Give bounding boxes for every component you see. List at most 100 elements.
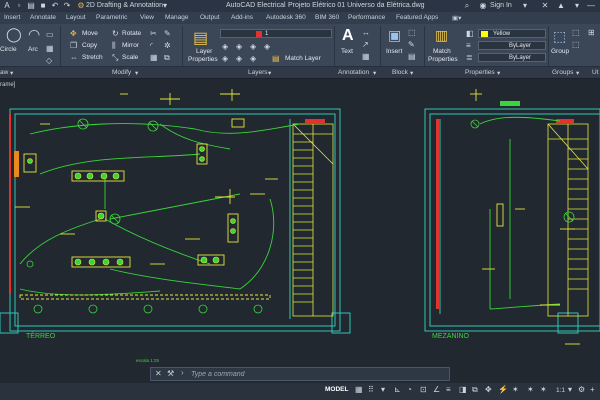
app-menu-icon[interactable]: A	[2, 1, 12, 11]
transparency-icon[interactable]: ◨	[459, 385, 467, 394]
tab-featured-apps[interactable]: Featured Apps	[396, 14, 438, 21]
layer-dropdown[interactable]: 1	[220, 29, 332, 38]
layer-properties-label-1[interactable]: Layer	[196, 48, 212, 55]
tab-view[interactable]: View	[140, 14, 154, 21]
match-layer-button[interactable]: Match Layer	[285, 55, 321, 62]
snap-icon[interactable]: ⠿	[368, 385, 374, 394]
layer-tool-icon[interactable]: ◈	[222, 42, 228, 51]
polar-icon[interactable]: ◔	[407, 385, 412, 394]
mirror-button[interactable]: Mirror	[122, 42, 139, 49]
chevron-down-icon[interactable]: ▾	[135, 69, 138, 77]
annotation-icon[interactable]: ✶	[540, 385, 547, 394]
tab-manage[interactable]: Manage	[165, 14, 189, 21]
move-button[interactable]: Move	[82, 30, 98, 37]
move-icon[interactable]: ✥	[70, 29, 77, 38]
drawing-canvas[interactable]: TÉRREO MEZANINO escala 1:25 rame]	[0, 79, 600, 400]
wrench-icon[interactable]: ⚒	[167, 369, 174, 378]
match-properties-label-2[interactable]: Properties	[428, 56, 458, 63]
create-block-icon[interactable]: ⬚	[408, 28, 416, 37]
search-icon[interactable]: ⌕	[462, 1, 472, 11]
stretch-icon[interactable]: ⇔	[70, 53, 78, 62]
erase-icon[interactable]: ✎	[164, 29, 171, 38]
panel-block[interactable]: Block	[392, 69, 408, 76]
chevron-down-icon[interactable]: ▾	[520, 1, 530, 11]
panel-groups[interactable]: Groups	[552, 69, 573, 76]
workspace-selector[interactable]: 2D Drafting & Annotation	[86, 2, 163, 9]
grid-icon[interactable]: ▦	[355, 385, 363, 394]
rotate-button[interactable]: Rotate	[122, 30, 141, 37]
floor-plan-drawing[interactable]: TÉRREO MEZANINO escala 1:25	[0, 79, 600, 400]
arc-icon[interactable]: ◠	[28, 26, 40, 43]
annotation-scale-icon[interactable]: ✶	[527, 385, 534, 394]
chevron-down-icon[interactable]: ▾	[576, 69, 579, 77]
lineweight-dropdown[interactable]: ByLayer	[478, 53, 546, 62]
redo-icon[interactable]: ↷	[62, 1, 72, 11]
tab-annotate[interactable]: Annotate	[30, 14, 56, 21]
a360-icon[interactable]: ▲	[556, 1, 566, 11]
group-icon[interactable]: ⬚	[553, 28, 566, 45]
lineweight-toggle-icon[interactable]: ≡	[446, 385, 451, 394]
edit-block-icon[interactable]: ✎	[408, 40, 415, 49]
auto-scale-icon[interactable]: ✶	[512, 385, 519, 394]
otrack-icon[interactable]: ∠	[433, 385, 440, 394]
chevron-down-icon[interactable]: ▾	[497, 69, 500, 77]
close-icon[interactable]: ✕	[155, 369, 162, 378]
plus-icon[interactable]: +	[590, 385, 595, 394]
trim-icon[interactable]: ✂	[150, 29, 157, 38]
match-properties-label-1[interactable]: Match	[433, 48, 451, 55]
draw-more-icon[interactable]: ▭	[46, 30, 54, 39]
user-icon[interactable]: ◉	[478, 1, 488, 11]
mirror-icon[interactable]: ⫼	[112, 41, 116, 51]
scale-selector[interactable]: 1:1	[556, 387, 565, 394]
arc-label[interactable]: Arc	[28, 46, 38, 53]
scale-button[interactable]: Scale	[122, 54, 138, 61]
gizmo-icon[interactable]: ✥	[485, 385, 492, 394]
tab-bim-360[interactable]: BIM 360	[315, 14, 339, 21]
exchange-icon[interactable]: ✕	[540, 1, 550, 11]
viewport-label[interactable]: rame]	[0, 82, 15, 88]
new-file-icon[interactable]: ▫	[14, 1, 24, 11]
dimension-icon[interactable]: ↔	[362, 28, 370, 37]
panel-modify[interactable]: Modify	[112, 69, 131, 76]
panel-properties[interactable]: Properties	[465, 69, 495, 76]
leader-icon[interactable]: ↗	[362, 40, 369, 49]
chevron-down-icon[interactable]: ▾	[160, 1, 170, 11]
layer-tool-icon[interactable]: ◈	[236, 54, 242, 63]
save-icon[interactable]: ■	[38, 1, 48, 11]
panel-annotation[interactable]: Annotation	[338, 69, 369, 76]
offset-icon[interactable]: ⧉	[164, 53, 170, 63]
layer-properties-icon[interactable]: ▤	[193, 28, 208, 48]
tab-performance[interactable]: Performance	[348, 14, 385, 21]
text-button[interactable]: Text	[341, 48, 353, 55]
copy-icon[interactable]: ❐	[70, 41, 77, 50]
ungroup-icon[interactable]: ⬚	[572, 28, 580, 37]
tab-insert[interactable]: Insert	[4, 14, 20, 21]
group-edit-icon[interactable]: ⬚	[572, 40, 580, 49]
text-icon[interactable]: A	[342, 27, 354, 45]
chevron-down-icon[interactable]: ▾	[572, 1, 582, 11]
utilities-icon[interactable]: ⊞	[588, 28, 595, 37]
model-space-button[interactable]: MODEL	[325, 386, 348, 393]
explode-icon[interactable]: ✲	[164, 41, 171, 50]
command-input[interactable]	[191, 370, 441, 379]
region-icon[interactable]: ◇	[46, 56, 52, 65]
minimize-icon[interactable]: —	[586, 1, 596, 11]
tab-autodesk-360[interactable]: Autodesk 360	[266, 14, 306, 21]
selection-cycle-icon[interactable]: ⧉	[472, 385, 478, 395]
copy-button[interactable]: Copy	[82, 42, 97, 49]
open-icon[interactable]: ▤	[26, 1, 36, 11]
chevron-down-icon[interactable]: ▾	[10, 69, 13, 77]
sign-in-button[interactable]: Sign In	[490, 2, 512, 9]
chevron-down-icon[interactable]: ▾	[268, 69, 271, 77]
layer-tool-icon[interactable]: ◈	[250, 54, 256, 63]
chevron-down-icon[interactable]: ▾	[568, 385, 572, 394]
ortho-icon[interactable]: ⊾	[394, 385, 401, 394]
layer-tool-icon[interactable]: ◈	[250, 42, 256, 51]
layer-tool-icon[interactable]: ◈	[222, 54, 228, 63]
tab-output[interactable]: Output	[200, 14, 220, 21]
stretch-button[interactable]: Stretch	[82, 54, 103, 61]
attribute-icon[interactable]: ▤	[408, 52, 416, 61]
ribbon-toggle-icon[interactable]: ▣▾	[452, 14, 461, 22]
array-icon[interactable]: ▦	[150, 53, 158, 62]
rotate-icon[interactable]: ↻	[112, 29, 119, 38]
